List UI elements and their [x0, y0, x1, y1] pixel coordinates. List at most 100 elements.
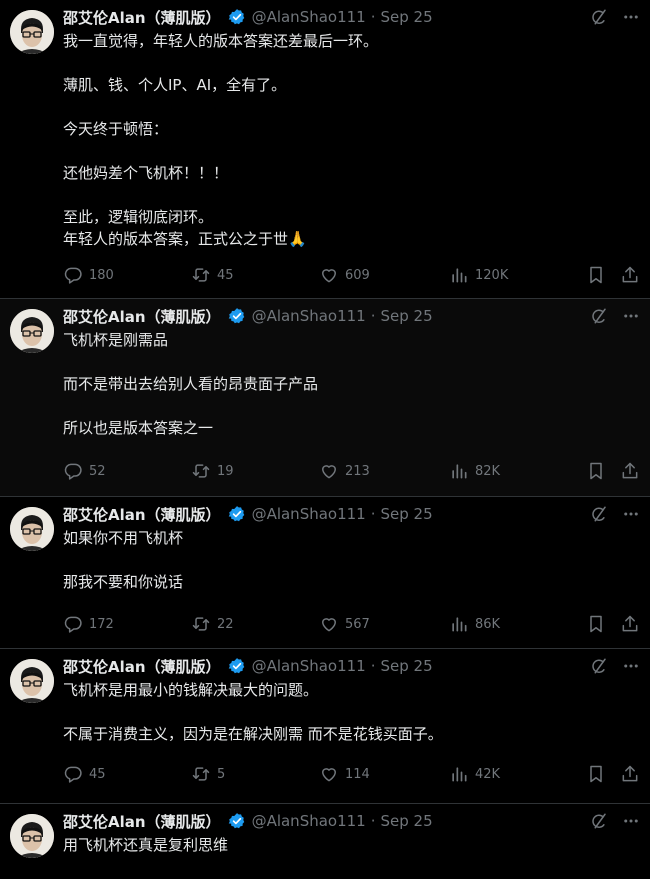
reply-count: 180	[89, 267, 114, 283]
grok-icon[interactable]	[590, 812, 608, 830]
grok-icon[interactable]	[590, 505, 608, 523]
tweet-text: 用飞机杯还真是复利思维	[63, 836, 229, 854]
tweet-date[interactable]: Sep 25	[381, 657, 433, 675]
tweet[interactable]: 邵艾伦Alan（薄肌版） @AlanShao111 · Sep 25 我一直觉得…	[0, 0, 650, 299]
repost-button[interactable]: 45	[191, 265, 319, 285]
avatar[interactable]	[10, 309, 54, 353]
more-icon[interactable]	[622, 505, 640, 523]
verified-badge-icon	[228, 307, 246, 325]
repost-button[interactable]: 5	[191, 764, 319, 784]
tweet-date[interactable]: Sep 25	[381, 505, 433, 523]
author-name[interactable]: 邵艾伦Alan（薄肌版）	[63, 504, 221, 525]
tweet-header: 邵艾伦Alan（薄肌版） @AlanShao111 · Sep 25	[63, 810, 640, 832]
like-count: 114	[345, 766, 370, 782]
author-handle[interactable]: @AlanShao111	[252, 307, 366, 325]
bookmark-icon[interactable]	[586, 461, 606, 481]
verified-badge-icon	[228, 657, 246, 675]
more-icon[interactable]	[622, 812, 640, 830]
reply-button[interactable]: 172	[63, 614, 191, 634]
like-count: 567	[345, 616, 370, 632]
tweet-date[interactable]: Sep 25	[381, 8, 433, 26]
like-button[interactable]: 567	[319, 614, 449, 634]
bookmark-icon[interactable]	[586, 265, 606, 285]
author-name[interactable]: 邵艾伦Alan（薄肌版）	[63, 7, 221, 28]
tweet[interactable]: 邵艾伦Alan（薄肌版） @AlanShao111 · Sep 25 飞机杯是刚…	[0, 299, 650, 497]
like-button[interactable]: 114	[319, 764, 449, 784]
tweet-header: 邵艾伦Alan（薄肌版） @AlanShao111 · Sep 25	[63, 6, 640, 28]
verified-badge-icon	[228, 812, 246, 830]
author-handle[interactable]: @AlanShao111	[252, 505, 366, 523]
separator-dot: ·	[370, 505, 376, 523]
tweet-date[interactable]: Sep 25	[381, 307, 433, 325]
repost-count: 22	[217, 616, 234, 632]
author-handle[interactable]: @AlanShao111	[252, 657, 366, 675]
verified-badge-icon	[228, 8, 246, 26]
separator-dot: ·	[370, 307, 376, 325]
author-name[interactable]: 邵艾伦Alan（薄肌版）	[63, 656, 221, 677]
like-count: 213	[345, 463, 370, 479]
view-count: 120K	[475, 267, 509, 283]
tweet-text: 飞机杯是用最小的钱解决最大的问题。 不属于消费主义，因为是在解决刚需 而不是花钱…	[63, 681, 443, 743]
views-button[interactable]: 82K	[449, 461, 577, 481]
tweet[interactable]: 邵艾伦Alan（薄肌版） @AlanShao111 · Sep 25 飞机杯是用…	[0, 649, 650, 804]
grok-icon[interactable]	[590, 657, 608, 675]
author-handle[interactable]: @AlanShao111	[252, 8, 366, 26]
more-icon[interactable]	[622, 657, 640, 675]
timeline: 邵艾伦Alan（薄肌版） @AlanShao111 · Sep 25 我一直觉得…	[0, 0, 650, 879]
tweet-header: 邵艾伦Alan（薄肌版） @AlanShao111 · Sep 25	[63, 305, 640, 327]
more-icon[interactable]	[622, 8, 640, 26]
bookmark-icon[interactable]	[586, 764, 606, 784]
like-button[interactable]: 609	[319, 265, 449, 285]
view-count: 42K	[475, 766, 501, 782]
grok-icon[interactable]	[590, 307, 608, 325]
reply-count: 45	[89, 766, 106, 782]
avatar[interactable]	[10, 507, 54, 551]
views-button[interactable]: 120K	[449, 265, 577, 285]
avatar[interactable]	[10, 659, 54, 703]
tweet[interactable]: 邵艾伦Alan（薄肌版） @AlanShao111 · Sep 25 如果你不用…	[0, 497, 650, 649]
avatar[interactable]	[10, 814, 54, 858]
views-button[interactable]: 42K	[449, 764, 577, 784]
views-button[interactable]: 86K	[449, 614, 577, 634]
repost-count: 5	[217, 766, 226, 782]
tweet-actions: 180 45 609 120K	[63, 264, 640, 286]
reply-button[interactable]: 52	[63, 461, 191, 481]
like-count: 609	[345, 267, 370, 283]
author-handle[interactable]: @AlanShao111	[252, 812, 366, 830]
bookmark-icon[interactable]	[586, 614, 606, 634]
like-button[interactable]: 213	[319, 461, 449, 481]
repost-button[interactable]: 22	[191, 614, 319, 634]
share-icon[interactable]	[620, 265, 640, 285]
verified-badge-icon	[228, 505, 246, 523]
repost-count: 19	[217, 463, 234, 479]
share-icon[interactable]	[620, 614, 640, 634]
separator-dot: ·	[370, 657, 376, 675]
tweet[interactable]: 邵艾伦Alan（薄肌版） @AlanShao111 · Sep 25 用飞机杯还…	[0, 804, 650, 879]
grok-icon[interactable]	[590, 8, 608, 26]
reply-count: 172	[89, 616, 114, 632]
author-name[interactable]: 邵艾伦Alan（薄肌版）	[63, 306, 221, 327]
tweet-actions: 45 5 114 42K	[63, 763, 640, 785]
tweet-header: 邵艾伦Alan（薄肌版） @AlanShao111 · Sep 25	[63, 503, 640, 525]
tweet-date[interactable]: Sep 25	[381, 812, 433, 830]
reply-button[interactable]: 45	[63, 764, 191, 784]
share-icon[interactable]	[620, 764, 640, 784]
tweet-actions: 172 22 567 86K	[63, 613, 640, 635]
tweet-header: 邵艾伦Alan（薄肌版） @AlanShao111 · Sep 25	[63, 655, 640, 677]
tweet-text: 飞机杯是刚需品 而不是带出去给别人看的昂贵面子产品 所以也是版本答案之一	[63, 331, 319, 437]
more-icon[interactable]	[622, 307, 640, 325]
tweet-actions: 52 19 213 82K	[63, 460, 640, 482]
avatar[interactable]	[10, 10, 54, 54]
separator-dot: ·	[370, 8, 376, 26]
view-count: 82K	[475, 463, 501, 479]
reply-button[interactable]: 180	[63, 265, 191, 285]
repost-button[interactable]: 19	[191, 461, 319, 481]
repost-count: 45	[217, 267, 234, 283]
tweet-text: 我一直觉得，年轻人的版本答案还差最后一环。 薄肌、钱、个人IP、AI，全有了。 …	[63, 32, 379, 248]
share-icon[interactable]	[620, 461, 640, 481]
view-count: 86K	[475, 616, 501, 632]
author-name[interactable]: 邵艾伦Alan（薄肌版）	[63, 811, 221, 832]
reply-count: 52	[89, 463, 106, 479]
separator-dot: ·	[370, 812, 376, 830]
tweet-text: 如果你不用飞机杯 那我不要和你说话	[63, 529, 184, 591]
